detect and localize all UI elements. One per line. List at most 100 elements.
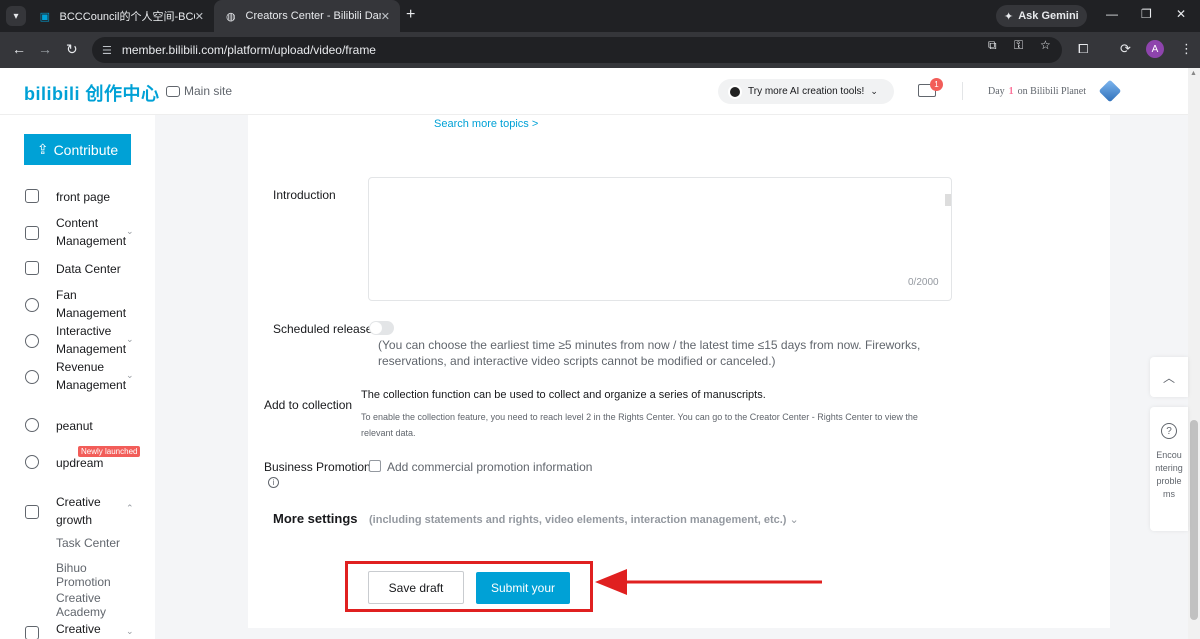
scrollbar-thumb[interactable] (1190, 420, 1198, 620)
planet-prefix: Day (988, 86, 1005, 97)
contribute-label: Contribute (53, 141, 119, 158)
more-settings-detail: (including statements and rights, video … (369, 514, 787, 526)
ai-tools-label: Try more AI creation tools! (748, 86, 865, 97)
tab-title: Creators Center - Bilibili Danma (245, 10, 381, 22)
tab-search-chevron-icon[interactable]: ▾ (6, 6, 26, 26)
new-tab-plus-icon[interactable]: + (406, 6, 415, 24)
sidebar: ⇪ Contribute front page Content Manageme… (0, 115, 155, 639)
forward-arrow-icon[interactable]: → (38, 41, 52, 57)
window-close-icon[interactable]: ✕ (1176, 7, 1186, 21)
contribute-button[interactable]: ⇪ Contribute (24, 134, 131, 165)
sidebar-item-peanut[interactable]: peanut (0, 416, 155, 436)
ask-gemini-button[interactable]: ✦ Ask Gemini (996, 5, 1087, 27)
browser-tab-bar: ▾ ▣ BCCCouncil的个人空间-BCCCou ✕ ◍ Creators … (0, 0, 1200, 32)
collection-description-detail: To enable the collection feature, you ne… (361, 412, 918, 438)
notification-badge: 1 (930, 78, 943, 91)
submit-button[interactable]: Submit your (476, 572, 570, 604)
reload-icon[interactable]: ↻ (66, 41, 78, 58)
scheduled-release-description: (You can choose the earliest time ≥5 min… (378, 338, 921, 368)
sidebar-item-fan-management[interactable]: Fan Management (0, 286, 155, 324)
ai-avatar-icon (728, 84, 742, 99)
upload-icon: ⇪ (36, 141, 49, 157)
sidebar-item-label: Revenue Management (56, 360, 127, 392)
sidebar-item-creative[interactable]: Creative ⌄ (0, 620, 155, 639)
help-label: Encountering problems (1155, 450, 1183, 499)
site-header: bilibili 创作中心 Main site Try more AI crea… (0, 68, 1188, 115)
planet-days: Day 1 on Bilibili Planet (988, 86, 1086, 97)
main-site-link[interactable]: Main site (166, 84, 232, 98)
back-arrow-icon[interactable]: ← (12, 41, 26, 57)
sidebar-item-revenue-management[interactable]: Revenue Management ⌄ (0, 358, 155, 396)
revenue-icon (25, 370, 39, 384)
tab-title: BCCCouncil的个人空间-BCCCou (59, 11, 195, 23)
sidebar-item-label: Creative growth (56, 495, 101, 527)
business-promotion-checkbox[interactable] (369, 460, 381, 472)
sidebar-item-label: Creative (56, 622, 101, 636)
browser-tab-space[interactable]: ▣ BCCCouncil的个人空间-BCCCou ✕ (28, 0, 214, 32)
bilibili-tv-icon: ▣ (39, 10, 50, 23)
user-icon (25, 298, 39, 312)
textarea-scrollbar[interactable] (945, 194, 951, 206)
ask-gemini-label: Ask Gemini (1018, 10, 1079, 22)
sidebar-item-content-management[interactable]: Content Management ⌄ (0, 214, 155, 252)
chevron-down-icon: ⌄ (126, 370, 134, 380)
more-settings-description[interactable]: (including statements and rights, video … (369, 513, 799, 526)
help-question-icon: ? (1161, 423, 1177, 439)
updream-icon (25, 455, 39, 469)
peanut-icon (25, 418, 39, 432)
info-icon[interactable]: i (268, 477, 279, 488)
sidebar-item-creative-growth[interactable]: Creative growth ⌃ (0, 493, 155, 531)
growth-icon (25, 505, 39, 519)
sidebar-item-label: Fan Management (56, 288, 127, 320)
chevron-down-icon: ⌄ (126, 226, 134, 236)
profile-avatar[interactable]: A (1146, 40, 1164, 58)
search-more-topics-link[interactable]: Search more topics > (434, 118, 538, 130)
introduction-label: Introduction (273, 188, 336, 202)
sidebar-item-data-center[interactable]: Data Center (0, 259, 155, 279)
chevron-down-icon: ⌄ (126, 334, 134, 344)
back-to-top-button[interactable]: ︿ (1150, 357, 1188, 397)
sidebar-item-front-page[interactable]: front page (0, 187, 155, 207)
bookmark-star-icon[interactable]: ☆ (1040, 38, 1051, 52)
browser-menu-icon[interactable]: ⋮ (1180, 41, 1193, 57)
bilibili-creator-logo[interactable]: bilibili 创作中心 (24, 80, 160, 106)
sidebar-subitem-bihuo-promotion[interactable]: Bihuo Promotion (56, 561, 136, 589)
main-site-label: Main site (184, 84, 233, 98)
chevron-down-icon: ⌄ (126, 626, 134, 636)
ai-tools-button[interactable]: Try more AI creation tools! ⌄ (718, 79, 894, 104)
tab-close-icon[interactable]: ✕ (195, 10, 204, 23)
business-promotion-label: Business Promotion (264, 460, 371, 474)
introduction-textarea[interactable] (368, 177, 952, 301)
extensions-puzzle-icon[interactable]: ⧠ (1078, 41, 1088, 57)
sidebar-item-label: Data Center (56, 262, 121, 276)
business-promotion-description[interactable]: Add commercial promotion information (387, 460, 592, 474)
url-text: member.bilibili.com/platform/upload/vide… (121, 43, 376, 57)
tab-close-icon[interactable]: ✕ (381, 10, 390, 23)
sidebar-subitem-creative-academy[interactable]: Creative Academy (56, 591, 136, 619)
tv-icon (166, 85, 180, 97)
sidebar-item-label: Interactive Management (56, 324, 127, 356)
add-to-collection-label: Add to collection (264, 398, 353, 412)
introduction-char-count: 0/2000 (908, 277, 939, 288)
newly-launched-badge: Newly launched (78, 446, 141, 457)
scheduled-release-toggle[interactable] (369, 321, 394, 335)
address-bar[interactable]: ☰ member.bilibili.com/platform/upload/vi… (92, 37, 1062, 63)
minimize-icon[interactable]: — (1106, 7, 1118, 21)
more-settings-toggle[interactable]: More settings (273, 511, 358, 526)
save-draft-button[interactable]: Save draft (368, 571, 464, 604)
password-key-icon[interactable]: ⚿ (1014, 38, 1023, 53)
browser-tab-creators-center[interactable]: ◍ Creators Center - Bilibili Danma ✕ (214, 0, 400, 32)
site-info-icon[interactable]: ☰ (102, 44, 112, 57)
sidebar-item-interactive-management[interactable]: Interactive Management ⌄ (0, 322, 155, 360)
home-icon (25, 189, 39, 203)
chevron-up-icon: ⌃ (126, 503, 134, 513)
extension-app-icon[interactable]: ⟳ (1120, 41, 1131, 57)
translate-icon[interactable]: ⧉ (988, 38, 997, 53)
sidebar-item-label: peanut (56, 419, 93, 433)
creative-icon (25, 626, 39, 639)
chevron-down-icon: ⌄ (870, 86, 878, 96)
restore-icon[interactable]: ❐ (1141, 7, 1152, 21)
help-widget[interactable]: ? Encountering problems (1150, 407, 1188, 531)
sidebar-subitem-task-center[interactable]: Task Center (56, 536, 136, 550)
scroll-up-arrow-icon[interactable]: ▲ (1190, 70, 1197, 77)
